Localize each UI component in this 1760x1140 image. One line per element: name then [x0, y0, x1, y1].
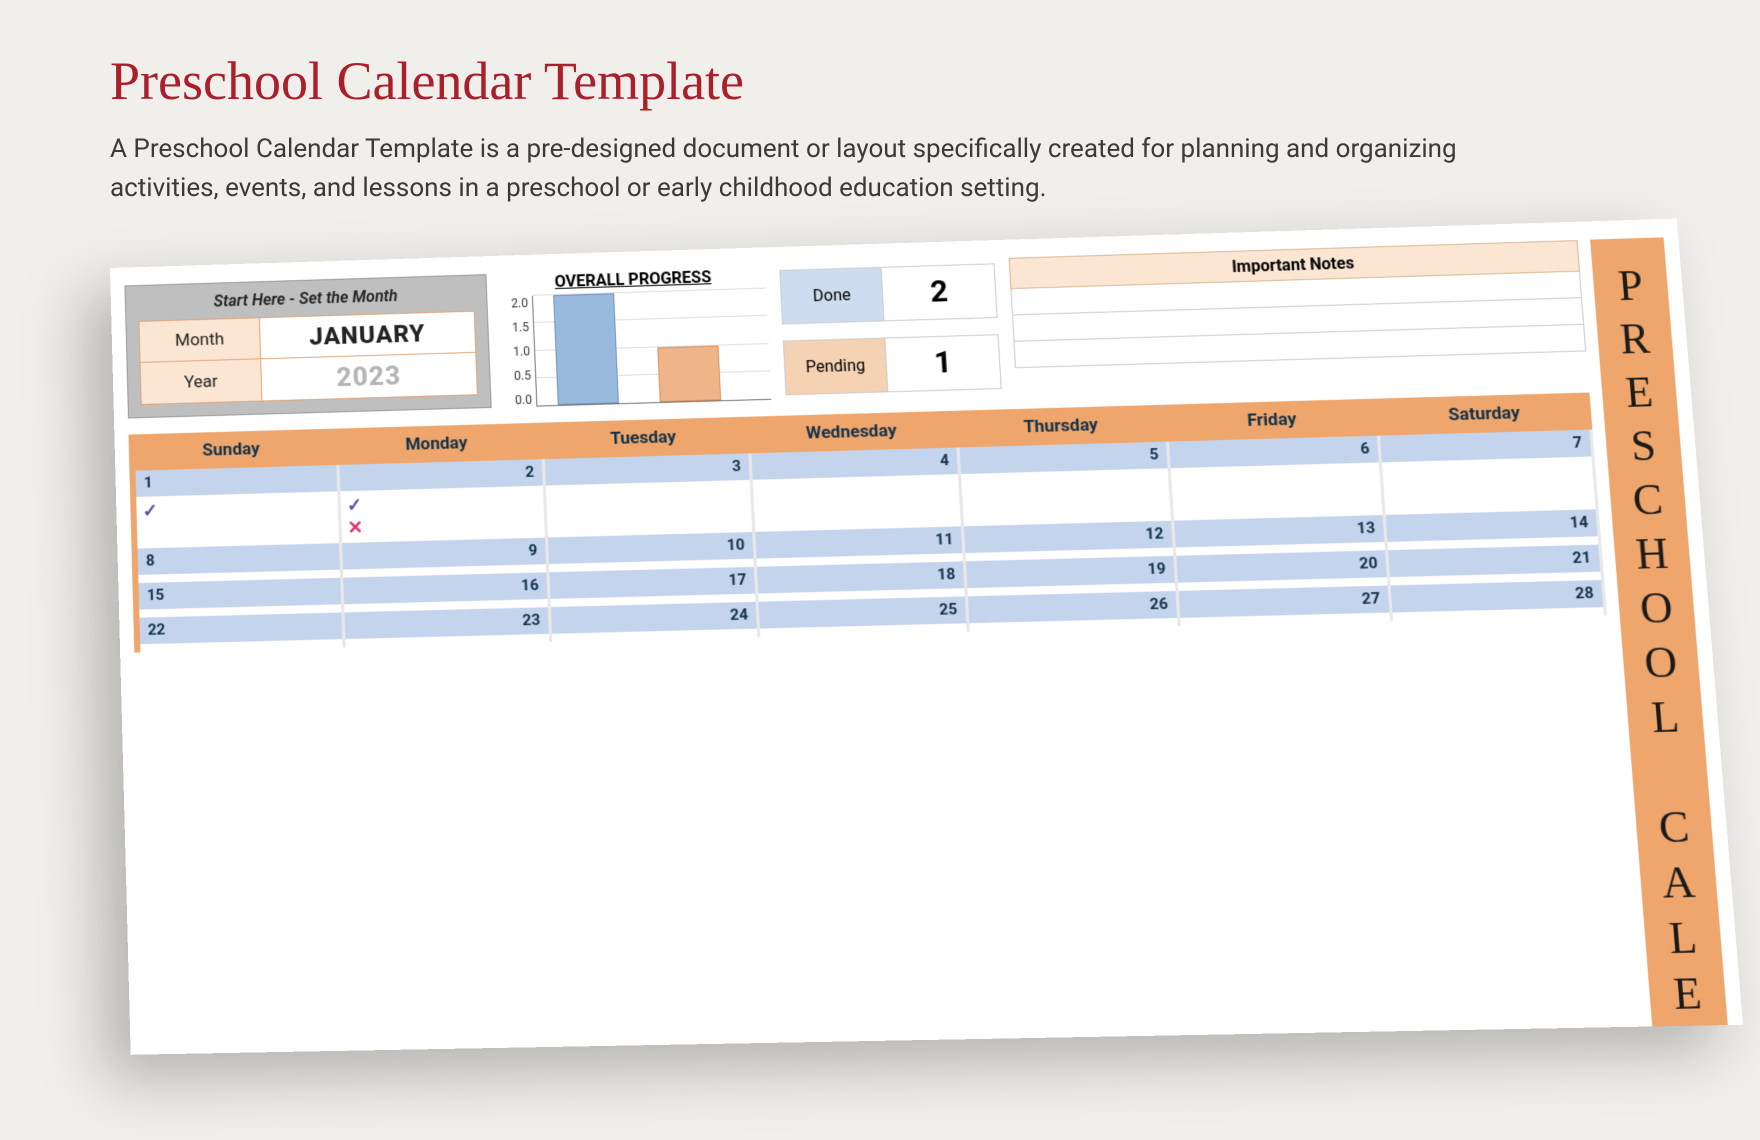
calendar-day[interactable]: 27 — [1179, 586, 1394, 627]
calendar-day[interactable]: 6 — [1169, 436, 1386, 521]
ytick: 1.5 — [502, 320, 529, 335]
calendar-day[interactable]: 19 — [966, 556, 1179, 597]
calendar-day[interactable]: 15 — [132, 578, 344, 618]
status-done-label: Done — [779, 266, 884, 324]
ytick: 1.0 — [503, 344, 530, 359]
sheet-main: Start Here - Set the Month Month JANUARY… — [124, 240, 1639, 1054]
status-pending-value: 1 — [885, 334, 1001, 392]
status-done-card: Done 2 — [779, 263, 997, 324]
progress-chart: OVERALL PROGRESS 2.0 1.5 1.0 0.5 0.0 — [501, 265, 772, 407]
calendar-day[interactable]: 2✓✕ — [339, 459, 548, 543]
status-cards: Done 2 Pending 1 — [779, 258, 1002, 399]
calendar-day[interactable]: 21 — [1388, 545, 1604, 586]
calendar-day[interactable]: 16 — [343, 572, 551, 612]
calendar-day[interactable]: 8 — [132, 543, 344, 583]
spreadsheet: Start Here - Set the Month Month JANUARY… — [110, 219, 1743, 1055]
year-row: Year 2023 — [140, 353, 478, 405]
page-description: A Preschool Calendar Template is a pre-d… — [110, 130, 1510, 208]
cross-icon: ✕ — [347, 512, 538, 539]
calendar-day[interactable]: 12 — [964, 521, 1176, 562]
calendar-day[interactable]: 3 — [545, 453, 756, 537]
weekday-header: Sunday — [128, 429, 334, 471]
month-label: Month — [139, 318, 261, 362]
weekday-header: Monday — [333, 423, 540, 465]
month-value[interactable]: JANUARY — [260, 312, 475, 359]
ytick: 0.0 — [505, 393, 532, 408]
calendar-day[interactable]: 17 — [549, 567, 758, 607]
day-body[interactable] — [546, 480, 752, 538]
calendar-day[interactable]: 18 — [757, 561, 968, 601]
check-icon: ✓ — [142, 496, 332, 523]
status-done-value: 2 — [882, 263, 998, 321]
calendar-day[interactable]: 7 — [1380, 430, 1599, 516]
chart-bar-pending — [657, 345, 721, 402]
calendar-day[interactable]: 14 — [1386, 509, 1602, 550]
chart-bar-done — [553, 293, 619, 405]
weekday-header: Thursday — [955, 405, 1167, 448]
month-selector-hint: Start Here - Set the Month — [138, 284, 475, 313]
page-title: Preschool Calendar Template — [110, 50, 1650, 112]
dashboard-row: Start Here - Set the Month Month JANUARY… — [124, 240, 1588, 418]
chart-area: 2.0 1.5 1.0 0.5 0.0 — [501, 289, 771, 408]
calendar-day[interactable]: 28 — [1391, 580, 1607, 621]
calendar-day[interactable]: 24 — [551, 602, 761, 642]
calendar-day[interactable]: 13 — [1174, 515, 1388, 556]
calendar-day[interactable]: 11 — [755, 527, 966, 567]
ytick: 2.0 — [501, 296, 528, 311]
calendar-day[interactable]: 9 — [342, 538, 549, 578]
day-body[interactable] — [961, 468, 1171, 526]
day-body[interactable] — [1382, 457, 1596, 516]
weekday-header: Friday — [1165, 399, 1379, 442]
day-body[interactable] — [1171, 462, 1383, 520]
calendar-day[interactable]: 26 — [968, 591, 1181, 632]
day-body[interactable]: ✓✕ — [340, 486, 545, 544]
day-body[interactable]: ✓ — [136, 491, 339, 548]
ytick: 0.5 — [504, 368, 531, 383]
status-pending-card: Pending 1 — [783, 334, 1002, 395]
weekday-header: Saturday — [1376, 392, 1592, 435]
calendar-day[interactable]: 23 — [344, 607, 552, 647]
template-preview: Start Here - Set the Month Month JANUARY… — [110, 268, 1650, 1038]
month-selector: Start Here - Set the Month Month JANUARY… — [124, 274, 491, 418]
calendar-day[interactable]: 10 — [548, 532, 757, 572]
calendar-day[interactable]: 1✓ — [129, 465, 342, 549]
calendar-day[interactable]: 4 — [751, 447, 964, 532]
year-value[interactable]: 2023 — [261, 353, 477, 401]
day-body[interactable] — [753, 474, 961, 532]
calendar-day[interactable]: 20 — [1176, 550, 1390, 591]
calendar-day[interactable]: 25 — [759, 597, 970, 637]
weekday-header: Wednesday — [746, 411, 957, 454]
weekday-header: Tuesday — [539, 417, 748, 459]
status-pending-label: Pending — [783, 337, 888, 395]
chart-plot — [532, 289, 772, 407]
chart-yaxis: 2.0 1.5 1.0 0.5 0.0 — [501, 296, 536, 408]
calendar-day[interactable]: 5 — [960, 442, 1175, 527]
year-label: Year — [141, 359, 263, 404]
calendar-day[interactable]: 22 — [133, 613, 345, 653]
notes-box: Important Notes — [1009, 240, 1589, 393]
